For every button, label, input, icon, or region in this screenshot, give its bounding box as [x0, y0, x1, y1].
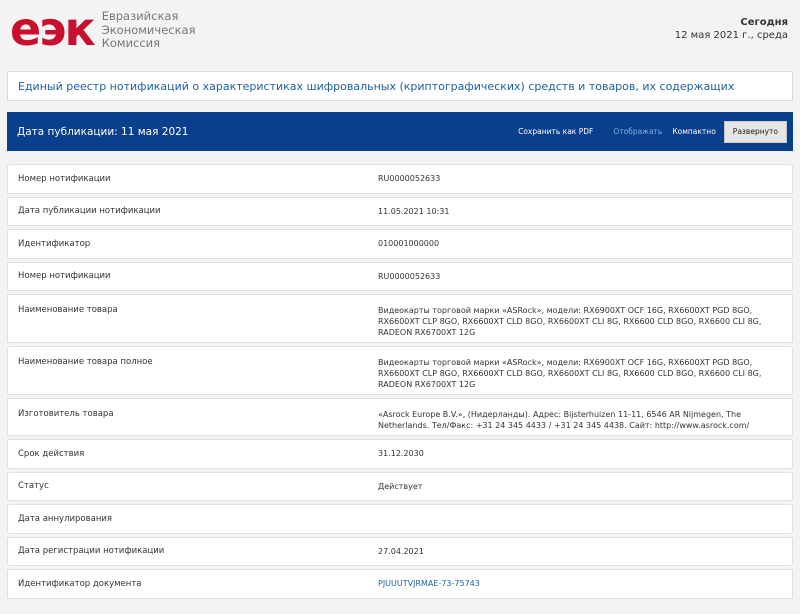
logo-line-2: Экономическая: [101, 22, 196, 37]
row-value: RU0000052633: [378, 271, 441, 281]
expanded-view-button[interactable]: Развернуто: [723, 120, 787, 143]
row-label: Идентификатор: [18, 238, 91, 249]
row-label: Дата регистрации нотификации: [18, 546, 165, 557]
row-value: 27.04.2021: [378, 546, 424, 556]
detail-row-registration-date: Дата регистрации нотификации 27.04.2021: [7, 536, 793, 566]
row-value: Видеокарты торговой марки «ASRock», моде…: [378, 358, 762, 389]
row-label: Изготовитель товара: [18, 409, 114, 419]
row-label: Номер нотификации: [18, 271, 111, 282]
row-label: Идентификатор документа: [18, 578, 142, 589]
detail-row-manufacturer: Изготовитель товара «Asrock Europe B.V.»…: [7, 398, 793, 436]
logo-mark: еэк: [10, 2, 96, 56]
detail-row-validity-period: Срок действия 31.12.2030: [7, 439, 793, 469]
detail-row-document-id: Идентификатор документа PJUUUTVJRMAE-73-…: [7, 569, 793, 599]
detail-row-publication-date: Дата публикации нотификации 11.05.2021 1…: [7, 196, 793, 226]
row-label: Номер нотификации: [18, 173, 111, 184]
publication-bar: Дата публикации: 11 мая 2021 Сохранить к…: [7, 112, 793, 151]
today-date: 12 мая 2021 г., среда: [674, 30, 788, 41]
registry-title[interactable]: Единый реестр нотификаций о характеристи…: [18, 80, 734, 93]
row-value: 010001000000: [378, 239, 440, 249]
row-value: Видеокарты торговой марки «ASRock», моде…: [378, 306, 762, 337]
logo-line-3: Комиссия: [101, 36, 161, 50]
row-value: Действует: [378, 481, 423, 491]
display-mode-label: Отображать: [613, 127, 663, 136]
row-value: «Asrock Europe B.V.», (Нидерланды). Адре…: [378, 410, 750, 430]
logo-line-1: Евразийская: [101, 9, 179, 23]
current-date: Сегодня 12 мая 2021 г., среда: [675, 16, 788, 42]
row-label: Наименование товара полное: [18, 357, 153, 367]
detail-row-notification-number-2: Номер нотификации RU0000052633: [7, 261, 793, 291]
notification-details: Номер нотификации RU0000052633 Дата публ…: [7, 164, 793, 602]
detail-row-product-name: Наименование товара Видеокарты торговой …: [7, 294, 793, 343]
today-label: Сегодня: [740, 17, 788, 28]
row-label: Срок действия: [18, 448, 85, 459]
document-id-link[interactable]: PJUUUTVJRMAE-73-75743: [378, 578, 792, 589]
detail-row-notification-number: Номер нотификации RU0000052633: [7, 164, 793, 194]
row-value: RU0000052633: [378, 174, 441, 184]
row-label: Статус: [18, 481, 49, 492]
registry-title-box: Единый реестр нотификаций о характеристи…: [7, 71, 793, 101]
detail-row-identifier: Идентификатор 010001000000: [7, 229, 793, 259]
row-label: Наименование товара: [18, 305, 118, 315]
eec-logo[interactable]: еэк Евразийская Экономическая Комиссия: [10, 6, 196, 52]
detail-row-cancellation-date: Дата аннулирования: [7, 504, 793, 534]
row-value: 11.05.2021 10:31: [378, 206, 450, 216]
site-header: еэк Евразийская Экономическая Комиссия С…: [0, 0, 800, 62]
detail-row-status: Статус Действует: [7, 471, 793, 501]
publication-date: Дата публикации: 11 мая 2021: [17, 125, 189, 138]
row-value: 31.12.2030: [378, 449, 424, 459]
row-label: Дата аннулирования: [18, 513, 113, 524]
save-pdf-link[interactable]: Сохранить как PDF: [518, 127, 593, 136]
row-label: Дата публикации нотификации: [18, 206, 161, 217]
logo-text: Евразийская Экономическая Комиссия: [101, 9, 196, 51]
compact-view-button[interactable]: Компактно: [672, 127, 715, 136]
detail-row-product-full-name: Наименование товара полное Видеокарты то…: [7, 346, 793, 395]
